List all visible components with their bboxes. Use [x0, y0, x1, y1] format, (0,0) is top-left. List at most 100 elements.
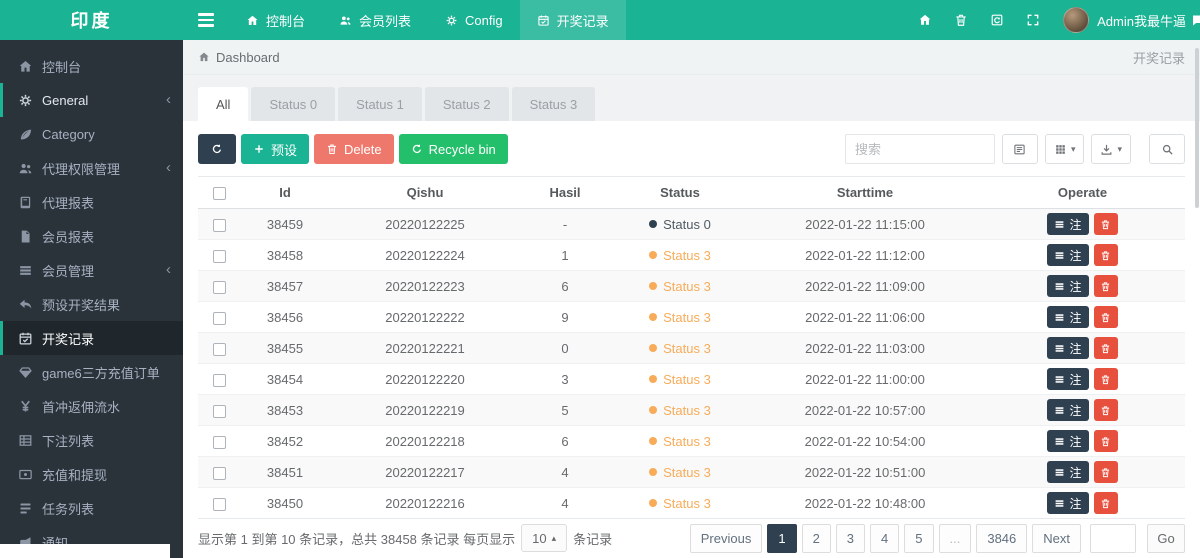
page-button-1[interactable]: 1	[767, 523, 797, 553]
export-tool-button[interactable]: ▾	[1091, 134, 1131, 164]
sidebar-item-1[interactable]: General ‹	[0, 83, 183, 117]
clean-cache-icon-button[interactable]	[979, 0, 1015, 40]
preset-button[interactable]: 预设	[241, 134, 310, 164]
table-row: 38451 20220122217 4 Status 3 2022-01-22 10:5…	[198, 456, 1185, 488]
row-delete-button[interactable]	[1093, 213, 1118, 235]
page-button-3[interactable]: 3	[835, 523, 866, 553]
note-button[interactable]: 注	[1047, 430, 1089, 452]
sidebar-item-11[interactable]: 下注列表	[0, 423, 183, 457]
topnav-item-2[interactable]: Config	[428, 0, 520, 40]
row-checkbox[interactable]	[212, 342, 226, 356]
row-delete-button[interactable]	[1093, 430, 1118, 452]
row-checkbox[interactable]	[212, 280, 226, 294]
row-delete-button[interactable]	[1093, 275, 1118, 297]
page-button-2[interactable]: 2	[801, 523, 831, 553]
sidebar-item-13[interactable]: 任务列表	[0, 491, 183, 525]
sidebar-item-12[interactable]: 充值和提现	[0, 457, 183, 491]
fullscreen-icon-button[interactable]	[1015, 0, 1051, 40]
cell-qishu: 20220122218	[330, 425, 520, 457]
page-button-4[interactable]: 4	[870, 523, 900, 553]
go-button[interactable]: Go	[1147, 523, 1185, 553]
previous-page-button[interactable]: Previous	[689, 523, 763, 553]
home-icon-button[interactable]	[907, 0, 943, 40]
note-button[interactable]: 注	[1047, 306, 1089, 328]
sidebar-item-10[interactable]: 首冲返佣流水	[0, 389, 183, 423]
row-delete-button[interactable]	[1093, 368, 1118, 390]
page-jump-input[interactable]	[1090, 523, 1136, 553]
scrollbar-track[interactable]	[1195, 48, 1199, 552]
cell-qishu: 20220122219	[330, 394, 520, 426]
trash-icon-button[interactable]	[943, 0, 979, 40]
note-button[interactable]: 注	[1047, 337, 1089, 359]
menu-toggle-icon[interactable]	[183, 0, 229, 40]
sidebar-item-2[interactable]: Category	[0, 117, 183, 151]
note-button[interactable]: 注	[1047, 492, 1089, 514]
row-delete-button[interactable]	[1093, 337, 1118, 359]
tab-status-1[interactable]: Status 1	[338, 87, 422, 121]
topnav-item-0[interactable]: 控制台	[229, 0, 322, 40]
user-menu[interactable]: Admin我最牛逼	[1063, 7, 1186, 33]
brand-logo[interactable]: 印度	[0, 0, 183, 40]
status-badge: Status 3	[649, 372, 711, 387]
tab-all[interactable]: All	[198, 87, 249, 121]
row-checkbox[interactable]	[212, 249, 226, 263]
tab-status-2[interactable]: Status 2	[424, 87, 509, 121]
row-delete-button[interactable]	[1093, 492, 1118, 514]
row-checkbox[interactable]	[212, 404, 226, 418]
sidebar-item-8[interactable]: 开奖记录	[0, 321, 183, 355]
note-button[interactable]: 注	[1047, 275, 1089, 297]
breadcrumb-dashboard-link[interactable]: Dashboard	[198, 50, 280, 65]
note-button[interactable]: 注	[1047, 244, 1089, 266]
status-label: Status 3	[663, 309, 711, 325]
trash-icon	[1100, 250, 1111, 261]
status-badge: Status 3	[649, 403, 711, 418]
delete-button[interactable]: Delete	[314, 134, 394, 164]
next-page-button[interactable]: Next	[1032, 523, 1081, 553]
export-icon	[1100, 143, 1113, 156]
note-button[interactable]: 注	[1047, 461, 1089, 483]
preset-button-label: 预设	[271, 142, 298, 158]
refresh-button[interactable]	[198, 134, 236, 164]
topnav-item-1[interactable]: 会员列表	[322, 0, 428, 40]
row-checkbox[interactable]	[212, 218, 226, 232]
comment-icon[interactable]	[1188, 13, 1200, 28]
row-delete-button[interactable]	[1093, 306, 1118, 328]
page-size-select[interactable]: 10 ▴	[521, 524, 568, 552]
recycle-bin-button[interactable]: Recycle bin	[398, 134, 508, 164]
row-checkbox[interactable]	[212, 497, 226, 511]
sidebar-item-3[interactable]: 代理权限管理 ‹	[0, 151, 183, 185]
search-tool-button[interactable]	[1149, 134, 1185, 164]
cell-starttime: 2022-01-22 11:15:00	[750, 208, 980, 240]
trash-icon	[326, 143, 338, 155]
row-delete-button[interactable]	[1093, 244, 1118, 266]
sidebar-item-4[interactable]: 代理报表	[0, 185, 183, 219]
row-checkbox[interactable]	[212, 435, 226, 449]
topnav-item-3[interactable]: 开奖记录	[519, 0, 626, 40]
row-checkbox[interactable]	[212, 466, 226, 480]
row-checkbox[interactable]	[212, 311, 226, 325]
tab-status-3[interactable]: Status 3	[511, 87, 596, 121]
note-button[interactable]: 注	[1047, 399, 1089, 421]
page-ellipsis: ...	[938, 523, 972, 553]
list-icon	[1054, 250, 1065, 261]
note-button[interactable]: 注	[1047, 368, 1089, 390]
tab-status-0[interactable]: Status 0	[251, 87, 336, 121]
sidebar-item-9[interactable]: game6三方充值订单	[0, 355, 183, 389]
sidebar-item-5[interactable]: 会员报表	[0, 219, 183, 253]
row-delete-button[interactable]	[1093, 461, 1118, 483]
row-delete-button[interactable]	[1093, 399, 1118, 421]
page-button-5[interactable]: 5	[904, 523, 934, 553]
sidebar-item-label: General	[42, 92, 89, 108]
sidebar-item-0[interactable]: 控制台	[0, 49, 183, 83]
column-header-qishu: Qishu	[330, 176, 520, 209]
toggle-tool-button[interactable]	[1001, 134, 1038, 164]
page-button-3846[interactable]: 3846	[976, 523, 1028, 553]
search-input[interactable]	[844, 134, 995, 164]
sidebar-item-6[interactable]: 会员管理 ‹	[0, 253, 183, 287]
scrollbar-thumb[interactable]	[1195, 48, 1199, 208]
note-button[interactable]: 注	[1047, 213, 1089, 235]
columns-tool-button[interactable]: ▾	[1044, 134, 1085, 164]
select-all-checkbox[interactable]	[212, 187, 226, 201]
row-checkbox[interactable]	[212, 373, 226, 387]
sidebar-item-7[interactable]: 预设开奖结果	[0, 287, 183, 321]
